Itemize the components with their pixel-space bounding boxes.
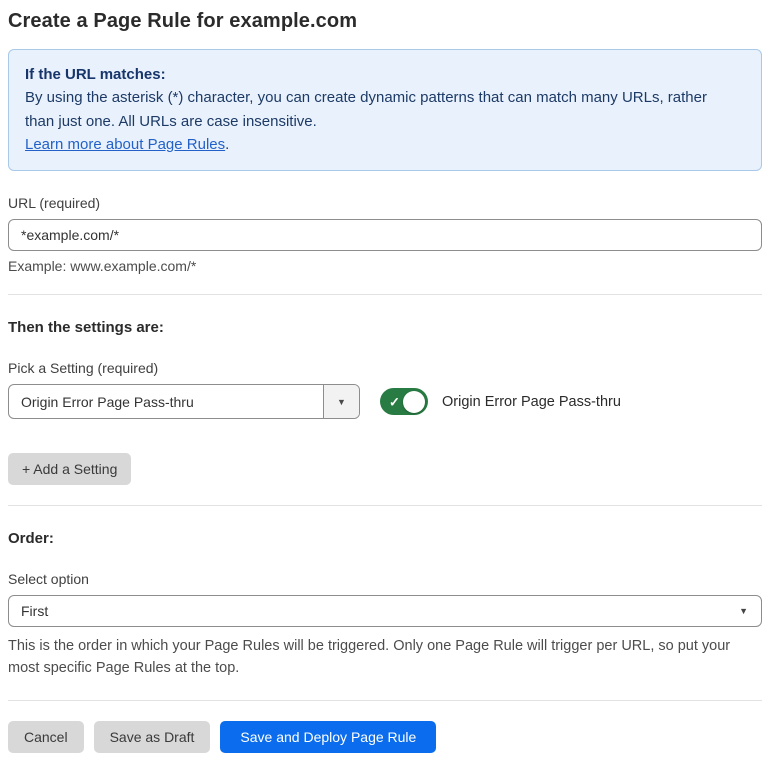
url-input[interactable] <box>8 219 762 251</box>
order-helper-text: This is the order in which your Page Rul… <box>8 638 731 677</box>
settings-section-heading: Then the settings are: <box>8 319 164 336</box>
setting-row: Origin Error Page Pass-thru ▼ ✓ Origin E… <box>8 384 762 419</box>
order-section-heading: Order: <box>8 530 54 547</box>
page-title: Create a Page Rule for example.com <box>8 10 358 32</box>
info-box-link-line: Learn more about Page Rules. <box>25 133 745 156</box>
check-icon: ✓ <box>389 394 400 409</box>
info-box-body: By using the asterisk (*) character, you… <box>25 89 707 130</box>
divider <box>8 505 762 506</box>
save-and-deploy-button[interactable]: Save and Deploy Page Rule <box>220 720 437 753</box>
toggle-knob <box>403 390 425 413</box>
order-select-value: First <box>21 603 49 619</box>
setting-toggle[interactable]: ✓ <box>380 388 428 415</box>
setting-select[interactable]: Origin Error Page Pass-thru ▼ <box>8 384 360 419</box>
divider <box>8 294 762 295</box>
chevron-down-icon: ▼ <box>739 606 748 616</box>
setting-toggle-label: Origin Error Page Pass-thru <box>442 393 621 410</box>
cancel-button[interactable]: Cancel <box>8 720 84 753</box>
save-as-draft-button[interactable]: Save as Draft <box>93 720 211 753</box>
footer-actions: Cancel Save as Draft Save and Deploy Pag… <box>8 720 762 753</box>
chevron-down-icon[interactable]: ▼ <box>323 385 359 418</box>
order-select[interactable]: First ▼ <box>8 595 762 627</box>
info-box-heading: If the URL matches: <box>25 66 166 83</box>
order-select-label: Select option <box>8 571 89 587</box>
add-setting-button[interactable]: + Add a Setting <box>8 453 132 485</box>
setting-select-value: Origin Error Page Pass-thru <box>21 393 194 410</box>
divider <box>8 699 762 701</box>
url-match-info-box: If the URL matches: By using the asteris… <box>8 49 762 171</box>
link-suffix: . <box>225 135 230 153</box>
url-example-helper: Example: www.example.com/* <box>8 258 197 274</box>
learn-more-link[interactable]: Learn more about Page Rules <box>25 136 225 153</box>
url-field-label: URL (required) <box>8 195 101 211</box>
pick-setting-label: Pick a Setting (required) <box>8 360 159 376</box>
